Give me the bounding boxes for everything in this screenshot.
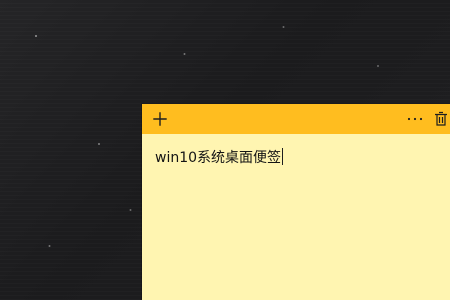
delete-note-button[interactable] [428, 106, 450, 132]
note-text[interactable]: win10系统桌面便签 [155, 148, 284, 167]
add-note-button[interactable] [147, 106, 173, 132]
desktop-background: win10系统桌面便签 [0, 0, 450, 300]
note-titlebar [142, 104, 450, 134]
more-options-button[interactable] [402, 106, 428, 132]
more-options-icon [407, 117, 423, 121]
text-caret [282, 148, 284, 165]
plus-icon [153, 112, 167, 126]
sticky-note-window[interactable]: win10系统桌面便签 [142, 104, 450, 300]
note-editor[interactable]: win10系统桌面便签 [142, 134, 450, 300]
trash-icon [435, 111, 447, 126]
note-content: win10系统桌面便签 [155, 150, 282, 166]
